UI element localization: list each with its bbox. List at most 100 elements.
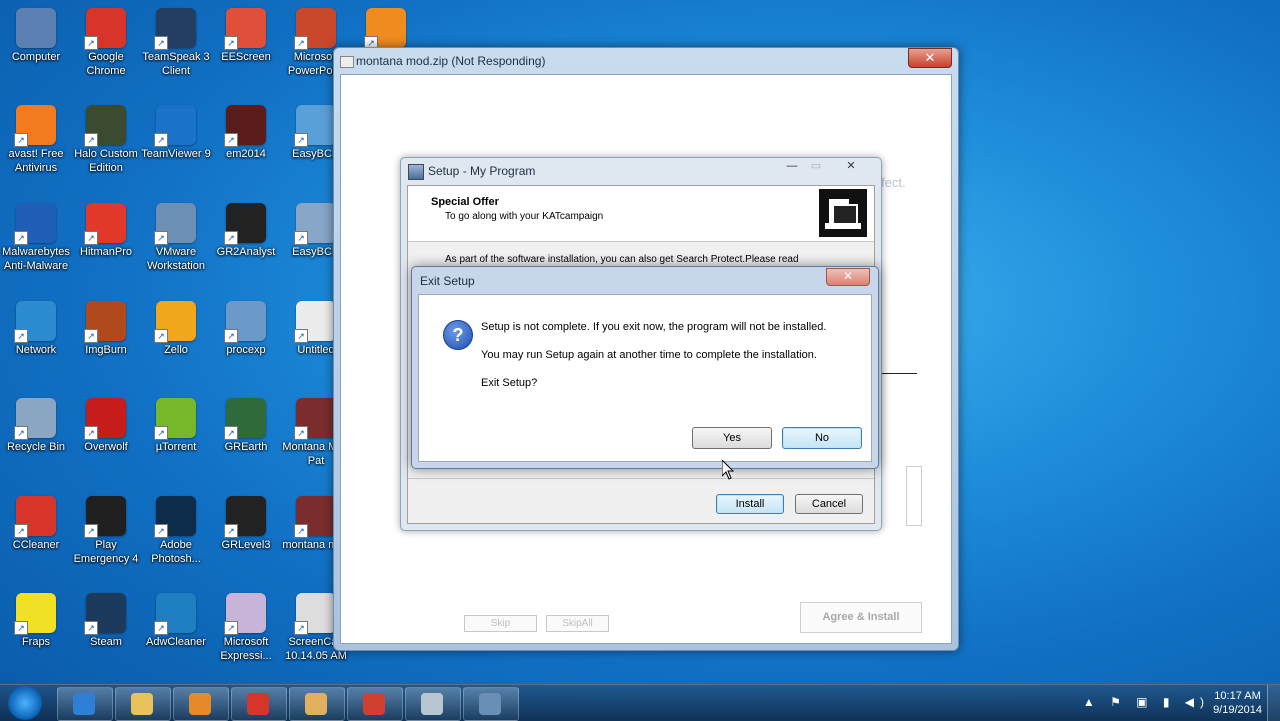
desktop-icon-label: EEScreen bbox=[221, 51, 271, 63]
close-button[interactable]: ✕ bbox=[908, 48, 952, 68]
desktop-icon[interactable]: ↗ EEScreen bbox=[210, 8, 282, 64]
desktop-icon[interactable]: ↗ Microsoft Expressi... bbox=[210, 593, 282, 663]
desktop-icon-label: Microsoft Expressi... bbox=[220, 636, 272, 662]
app-icon: ↗ bbox=[224, 203, 266, 245]
taskbar-chrome[interactable] bbox=[231, 687, 287, 721]
minimize-button[interactable]: — bbox=[782, 159, 802, 175]
clock[interactable]: 10:17 AM 9/19/2014 bbox=[1213, 689, 1262, 717]
app-icon: ↗ bbox=[224, 496, 266, 538]
desktop-icon[interactable]: ↗ TeamViewer 9 bbox=[140, 105, 212, 161]
desktop-icon[interactable]: ↗ AdwCleaner bbox=[140, 593, 212, 649]
desktop-icon-label: AdwCleaner bbox=[146, 636, 206, 648]
desktop-icon[interactable]: ↗ Steam bbox=[70, 593, 142, 649]
app-icon: ↗ bbox=[84, 593, 126, 635]
exit-close-button[interactable]: ✕ bbox=[826, 268, 870, 286]
taskbar-paint[interactable] bbox=[289, 687, 345, 721]
app-icon: ↗ bbox=[14, 203, 56, 245]
clock-date: 9/19/2014 bbox=[1213, 704, 1262, 716]
no-button[interactable]: No bbox=[782, 427, 862, 449]
exit-setup-dialog[interactable]: Exit Setup ✕ ? Setup is not complete. If… bbox=[411, 266, 879, 469]
taskbar-file-explorer[interactable] bbox=[115, 687, 171, 721]
install-button[interactable]: Install bbox=[716, 494, 784, 514]
desktop-icon-label: GR2Analyst bbox=[216, 246, 276, 258]
desktop-icon[interactable]: ↗ procexp bbox=[210, 301, 282, 357]
scrollbar[interactable] bbox=[906, 466, 922, 526]
cancel-button[interactable]: Cancel bbox=[795, 494, 863, 514]
app-icon: ↗ bbox=[84, 8, 126, 50]
shortcut-arrow-icon: ↗ bbox=[154, 426, 168, 440]
desktop-icon[interactable]: Computer bbox=[0, 8, 72, 64]
desktop-icon[interactable]: ↗ Google Chrome bbox=[70, 8, 142, 78]
divider-line bbox=[881, 373, 917, 374]
shortcut-arrow-icon: ↗ bbox=[154, 133, 168, 147]
partial-text: fect. bbox=[881, 175, 906, 190]
desktop-icon-label: em2014 bbox=[226, 148, 266, 160]
eescreen-icon bbox=[363, 693, 385, 715]
exit-title: Exit Setup bbox=[420, 274, 475, 288]
setup-logo-icon bbox=[819, 189, 867, 237]
desktop-icon[interactable]: ↗ bbox=[350, 8, 422, 50]
desktop-icon[interactable]: ↗ HitmanPro bbox=[70, 203, 142, 259]
taskbar-setup-app[interactable] bbox=[463, 687, 519, 721]
setup-close-button[interactable]: ✕ bbox=[837, 159, 865, 175]
desktop-icon[interactable]: ↗ avast! Free Antivirus bbox=[0, 105, 72, 175]
desktop-icon[interactable]: ↗ Fraps bbox=[0, 593, 72, 649]
app-icon: ↗ bbox=[154, 496, 196, 538]
desktop-icon[interactable]: ↗ TeamSpeak 3 Client bbox=[140, 8, 212, 78]
app-icon: ↗ bbox=[294, 301, 336, 343]
app-icon: ↗ bbox=[84, 496, 126, 538]
desktop-icon[interactable]: ↗ Overwolf bbox=[70, 398, 142, 454]
desktop-icon[interactable]: ↗ em2014 bbox=[210, 105, 282, 161]
desktop-icon[interactable]: ↗ VMware Workstation bbox=[140, 203, 212, 273]
skip-all-button[interactable]: SkipAll bbox=[546, 615, 609, 632]
desktop-icon[interactable]: ↗ ImgBurn bbox=[70, 301, 142, 357]
paint-icon bbox=[305, 693, 327, 715]
app-icon: ↗ bbox=[154, 8, 196, 50]
desktop-icon-label: CCleaner bbox=[12, 539, 60, 551]
taskbar-eescreen[interactable] bbox=[347, 687, 403, 721]
window-app-icon bbox=[340, 56, 354, 68]
desktop-icon[interactable]: ↗ Play Emergency 4 bbox=[70, 496, 142, 566]
taskbar-window-app[interactable] bbox=[405, 687, 461, 721]
desktop-icon[interactable]: ↗ Network bbox=[0, 301, 72, 357]
system-tray[interactable]: ▲ ⚑ ▣ ▮ ◀) bbox=[1083, 695, 1210, 709]
taskbar-media-player[interactable] bbox=[173, 687, 229, 721]
desktop-icon[interactable]: ↗ Zello bbox=[140, 301, 212, 357]
taskbar: ▲ ⚑ ▣ ▮ ◀) 10:17 AM 9/19/2014 bbox=[0, 684, 1280, 721]
app-icon: ↗ bbox=[224, 593, 266, 635]
app-icon: ↗ bbox=[154, 301, 196, 343]
app-icon: ↗ bbox=[294, 203, 336, 245]
skip-button[interactable]: Skip bbox=[464, 615, 537, 632]
desktop-icon[interactable]: ↗ GR2Analyst bbox=[210, 203, 282, 259]
shortcut-arrow-icon: ↗ bbox=[84, 329, 98, 343]
exit-content: ? Setup is not complete. If you exit now… bbox=[418, 294, 872, 462]
shortcut-arrow-icon: ↗ bbox=[154, 329, 168, 343]
desktop-icon[interactable]: ↗ GREarth bbox=[210, 398, 282, 454]
desktop-icon[interactable]: ↗ Recycle Bin bbox=[0, 398, 72, 454]
shortcut-arrow-icon: ↗ bbox=[84, 621, 98, 635]
desktop-icon[interactable]: ↗ Adobe Photosh... bbox=[140, 496, 212, 566]
app-icon: ↗ bbox=[294, 496, 336, 538]
taskbar-internet-explorer[interactable] bbox=[57, 687, 113, 721]
desktop-icon-label: GREarth bbox=[224, 441, 268, 453]
start-button-icon[interactable] bbox=[2, 685, 48, 721]
show-desktop-button[interactable] bbox=[1267, 685, 1280, 721]
desktop-icon[interactable]: ↗ Malwarebytes Anti-Malware bbox=[0, 203, 72, 273]
exit-message-line1: Setup is not complete. If you exit now, … bbox=[481, 321, 827, 333]
agree-install-button[interactable]: Agree & Install bbox=[800, 602, 922, 633]
setup-header: Special Offer To go along with your KATc… bbox=[408, 186, 874, 242]
desktop-icon[interactable]: ↗ Halo Custom Edition bbox=[70, 105, 142, 175]
shortcut-arrow-icon: ↗ bbox=[14, 621, 28, 635]
shortcut-arrow-icon: ↗ bbox=[84, 426, 98, 440]
desktop-icon[interactable]: ↗ CCleaner bbox=[0, 496, 72, 552]
app-icon: ↗ bbox=[14, 496, 56, 538]
shortcut-arrow-icon: ↗ bbox=[294, 36, 308, 50]
setup-app-icon bbox=[479, 693, 501, 715]
app-icon: ↗ bbox=[294, 593, 336, 635]
app-icon: ↗ bbox=[224, 301, 266, 343]
desktop-icon[interactable]: ↗ GRLevel3 bbox=[210, 496, 282, 552]
maximize-button[interactable]: ▭ bbox=[806, 159, 826, 175]
shortcut-arrow-icon: ↗ bbox=[154, 524, 168, 538]
yes-button[interactable]: Yes bbox=[692, 427, 772, 449]
desktop-icon[interactable]: ↗ µTorrent bbox=[140, 398, 212, 454]
